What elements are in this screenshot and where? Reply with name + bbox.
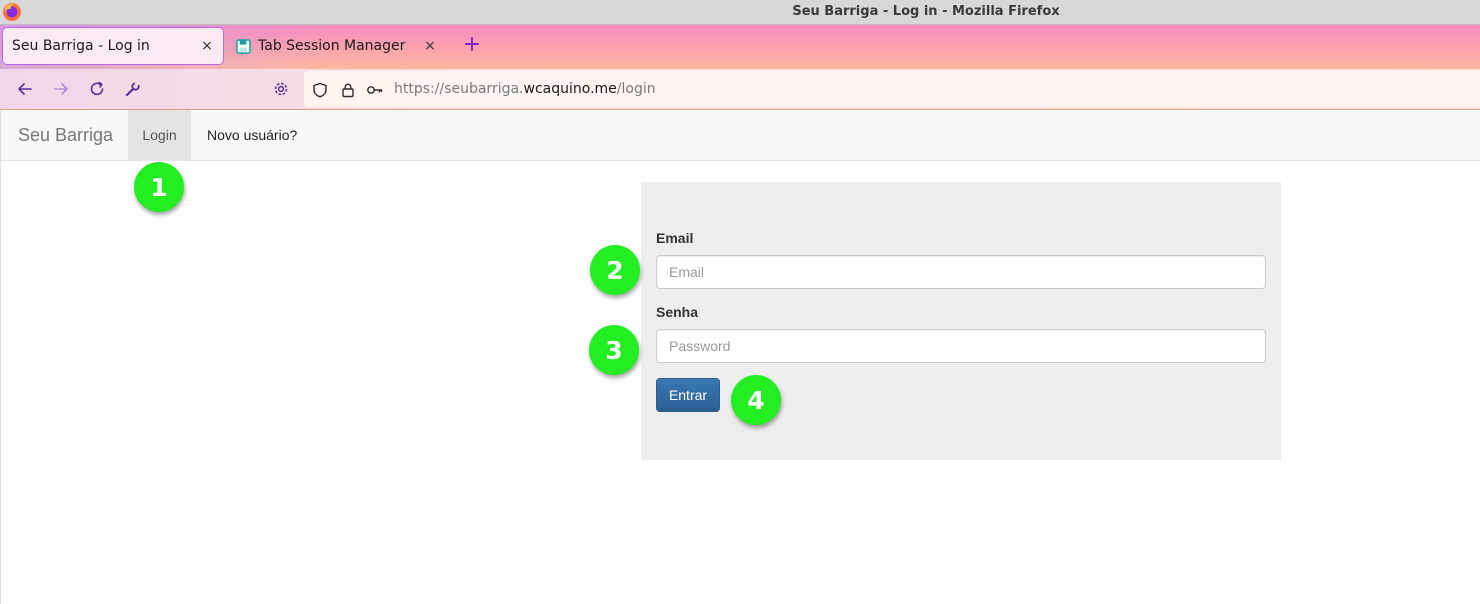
login-panel [641, 182, 1281, 460]
url-path: /login [616, 81, 656, 97]
annotation-badge-1: 1 [134, 162, 184, 212]
page-left-border [0, 110, 1, 604]
reload-icon [90, 81, 104, 96]
window-title: Seu Barriga - Log in - Mozilla Firefox [792, 4, 1060, 19]
new-tab-button[interactable]: + [460, 33, 484, 57]
wrench-icon [125, 81, 140, 97]
shield-icon[interactable] [311, 81, 329, 99]
password-field[interactable] [656, 329, 1266, 363]
extension-button[interactable] [121, 77, 145, 101]
url-scheme: https:// [394, 81, 445, 97]
close-tab-icon[interactable]: × [195, 38, 219, 54]
url-host: wcaquino.me [523, 81, 617, 97]
key-icon[interactable] [366, 81, 384, 99]
annotation-badge-2: 2 [590, 245, 640, 295]
reload-button[interactable] [85, 77, 109, 101]
email-label: Email [656, 230, 694, 246]
close-tab-icon[interactable]: × [418, 38, 442, 54]
back-button[interactable] [13, 77, 37, 101]
entrar-button[interactable]: Entrar [656, 378, 720, 412]
url-subdomain: seubarriga. [444, 81, 524, 97]
tab-seu-barriga[interactable]: Seu Barriga - Log in × [2, 27, 224, 65]
forward-button[interactable] [49, 77, 73, 101]
annotation-badge-3: 3 [589, 325, 639, 375]
tab-label: Tab Session Manager [258, 38, 406, 54]
annotation-badge-4: 4 [731, 375, 781, 425]
window-titlebar: Seu Barriga - Log in - Mozilla Firefox [0, 0, 1480, 25]
floppy-disk-icon [236, 38, 251, 54]
nav-new-user-link[interactable]: Novo usuário? [207, 110, 297, 160]
tab-session-manager[interactable]: Tab Session Manager × [232, 27, 446, 65]
settings-button[interactable] [269, 77, 293, 101]
arrow-right-icon [54, 83, 68, 95]
tab-strip: Seu Barriga - Log in × Tab Session Manag… [0, 25, 1480, 69]
gear-icon [274, 82, 288, 96]
arrow-left-icon [18, 83, 32, 95]
url-bar[interactable]: https://seubarriga.wcaquino.me/login [304, 71, 1480, 107]
site-navbar: Seu Barriga Login Novo usuário? [0, 110, 1480, 161]
password-label: Senha [656, 304, 699, 320]
lock-icon[interactable] [339, 81, 357, 99]
email-field[interactable] [656, 255, 1266, 289]
navigation-toolbar: https://seubarriga.wcaquino.me/login [0, 69, 1480, 110]
nav-login-link[interactable]: Login [128, 110, 191, 160]
tab-label: Seu Barriga - Log in [12, 38, 150, 54]
url-text[interactable]: https://seubarriga.wcaquino.me/login [394, 71, 656, 107]
site-brand[interactable]: Seu Barriga [18, 110, 113, 160]
